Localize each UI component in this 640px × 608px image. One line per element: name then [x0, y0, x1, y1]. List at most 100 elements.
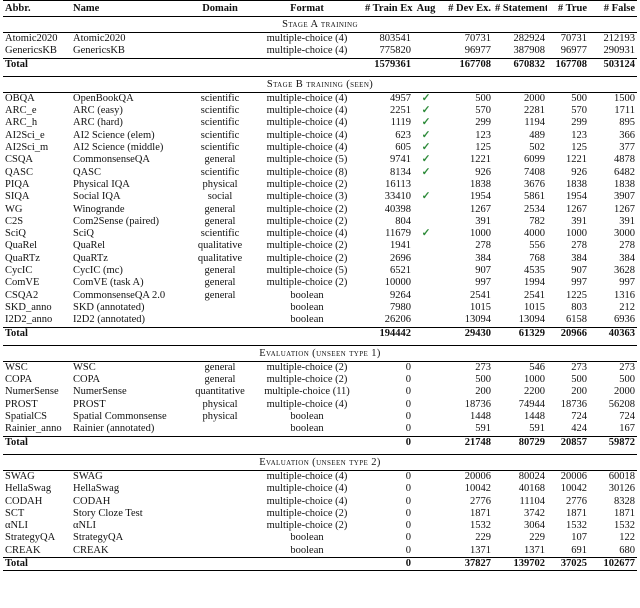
cell-aug — [413, 435, 439, 449]
table-row: SKD_anno SKD (annotated) boolean 7980 1015 10… — [3, 302, 637, 314]
section-header-row: Evaluation (unseen type 2) — [3, 453, 637, 471]
cell-false: 391 — [619, 215, 635, 227]
cell-name: Rainier (annotated) — [73, 423, 155, 435]
cell-false: 30126 — [608, 483, 635, 495]
cell-train-ex: 2251 — [390, 105, 411, 117]
cell-true: 37025 — [547, 556, 589, 572]
cell-train-ex: 9741 — [390, 154, 411, 166]
cell-abbr: Total — [3, 326, 71, 340]
cell-format: multiple-choice (3) — [266, 191, 348, 203]
cell-false: 212193 — [603, 33, 636, 44]
cell-format: multiple-choice (4) — [266, 129, 348, 141]
cell-abbr: SWAG — [5, 470, 35, 482]
cell-true: 1000 — [566, 228, 587, 240]
table-row: OBQA OpenBookQA scientific multiple-choice … — [3, 92, 637, 105]
cell-name: AI2 Science (elem) — [73, 129, 155, 141]
cell-train-ex: 10000 — [384, 277, 411, 289]
cell-dev-ex: 570 — [475, 105, 491, 117]
cell-abbr: ComVE — [5, 277, 40, 289]
cell-domain: scientific — [200, 117, 240, 129]
cell-aug — [413, 179, 439, 191]
cell-true: 20006 — [560, 470, 587, 482]
cell-true: 18736 — [560, 398, 587, 410]
cell-name: I2D2 (annotated) — [73, 314, 146, 326]
cell-dev-ex: 2776 — [470, 495, 491, 507]
cell-abbr: GenericsKB — [5, 45, 57, 57]
cell-domain: scientific — [200, 105, 240, 117]
cell-dev-ex: 1267 — [470, 203, 491, 215]
total-row: Total 0 37827 139702 37025 102677 — [3, 556, 637, 572]
cell-domain — [189, 423, 251, 436]
cell-name: Atomic2020 — [73, 33, 126, 44]
cell-dev-ex: 18736 — [464, 398, 491, 410]
cell-train-ex: 0 — [405, 398, 411, 410]
cell-abbr: NumerSense — [5, 386, 59, 398]
cell-statements: 782 — [529, 215, 545, 227]
cell-dev-ex: 1371 — [470, 544, 491, 556]
cell-statements: 7408 — [524, 166, 545, 178]
cell-name: SWAG — [73, 470, 103, 482]
cell-dev-ex: 926 — [475, 166, 491, 178]
table-row: NumerSense NumerSense quantitative multiple… — [3, 386, 637, 398]
table-row: CSQA CommonsenseQA general multiple-choice … — [3, 154, 637, 166]
cell-aug — [413, 545, 439, 558]
cell-aug: ✓ — [421, 154, 431, 166]
cell-false: 56208 — [608, 398, 635, 410]
cell-dev-ex: 70731 — [464, 33, 491, 44]
header-aug: Aug — [413, 0, 439, 17]
cell-abbr: OBQA — [5, 92, 35, 104]
cell-format: multiple-choice (4) — [266, 45, 348, 57]
table-row: WG Winogrande general multiple-choice (2) 40… — [3, 204, 637, 216]
cell-name: Spatial Commonsense — [73, 411, 167, 423]
section-header-row: Stage B training (seen) — [3, 75, 637, 93]
cell-true: 1532 — [566, 520, 587, 532]
cell-dev-ex: 1221 — [470, 154, 491, 166]
cell-abbr: Atomic2020 — [5, 33, 58, 44]
table-row: SIQA Social IQA social multiple-choice (3) 3… — [3, 191, 637, 203]
cell-statements: 40168 — [518, 483, 545, 495]
cell-format: multiple-choice (4) — [266, 483, 348, 495]
cell-true: 278 — [571, 240, 587, 252]
cell-format: multiple-choice (4) — [266, 398, 348, 410]
cell-name: QuaRTz — [73, 252, 108, 264]
cell-dev-ex: 10042 — [464, 483, 491, 495]
cell-aug — [413, 326, 439, 340]
cell-true: 424 — [571, 423, 587, 435]
cell-dev-ex: 1954 — [470, 191, 491, 203]
section-title: Evaluation (unseen type 1) — [3, 344, 637, 362]
cell-true: 500 — [571, 374, 587, 386]
cell-format: multiple-choice (8) — [266, 166, 348, 178]
cell-abbr: ARC_h — [5, 117, 38, 129]
cell-aug — [413, 532, 439, 544]
cell-dev-ex: 299 — [475, 117, 491, 129]
cell-true: 926 — [571, 166, 587, 178]
cell-dev-ex: 200 — [475, 386, 491, 398]
cell-dev-ex: 167708 — [439, 57, 493, 71]
cell-format: boolean — [290, 411, 324, 423]
cell-abbr: Rainier_anno — [5, 423, 62, 435]
cell-aug — [413, 216, 439, 228]
cell-true: 200 — [571, 386, 587, 398]
cell-train-ex: 0 — [405, 544, 411, 556]
cell-dev-ex: 1448 — [470, 411, 491, 423]
cell-train-ex: 6521 — [390, 265, 411, 277]
cell-abbr: AI2Sci_m — [5, 142, 49, 154]
cell-domain: general — [204, 361, 236, 373]
cell-name: QuaRel — [73, 240, 106, 252]
cell-format: boolean — [290, 314, 324, 326]
cell-dev-ex: 1838 — [470, 178, 491, 190]
cell-abbr: CODAH — [5, 495, 43, 507]
cell-train-ex: 0 — [405, 411, 411, 423]
cell-statements: 1371 — [524, 544, 545, 556]
cell-dev-ex: 37827 — [439, 556, 493, 572]
table-row: QuaRTz QuaRTz qualitative multiple-choice (… — [3, 253, 637, 265]
cell-statements: 80729 — [493, 435, 547, 449]
cell-name: CREAK — [73, 544, 109, 556]
cell-true: 107 — [571, 532, 587, 544]
cell-abbr: CSQA2 — [5, 289, 39, 301]
cell-name: Winogrande — [73, 203, 125, 215]
cell-aug — [413, 277, 439, 289]
cell-false: 278 — [619, 240, 635, 252]
cell-true: 10042 — [560, 483, 587, 495]
section-title: Stage A training — [3, 16, 637, 33]
